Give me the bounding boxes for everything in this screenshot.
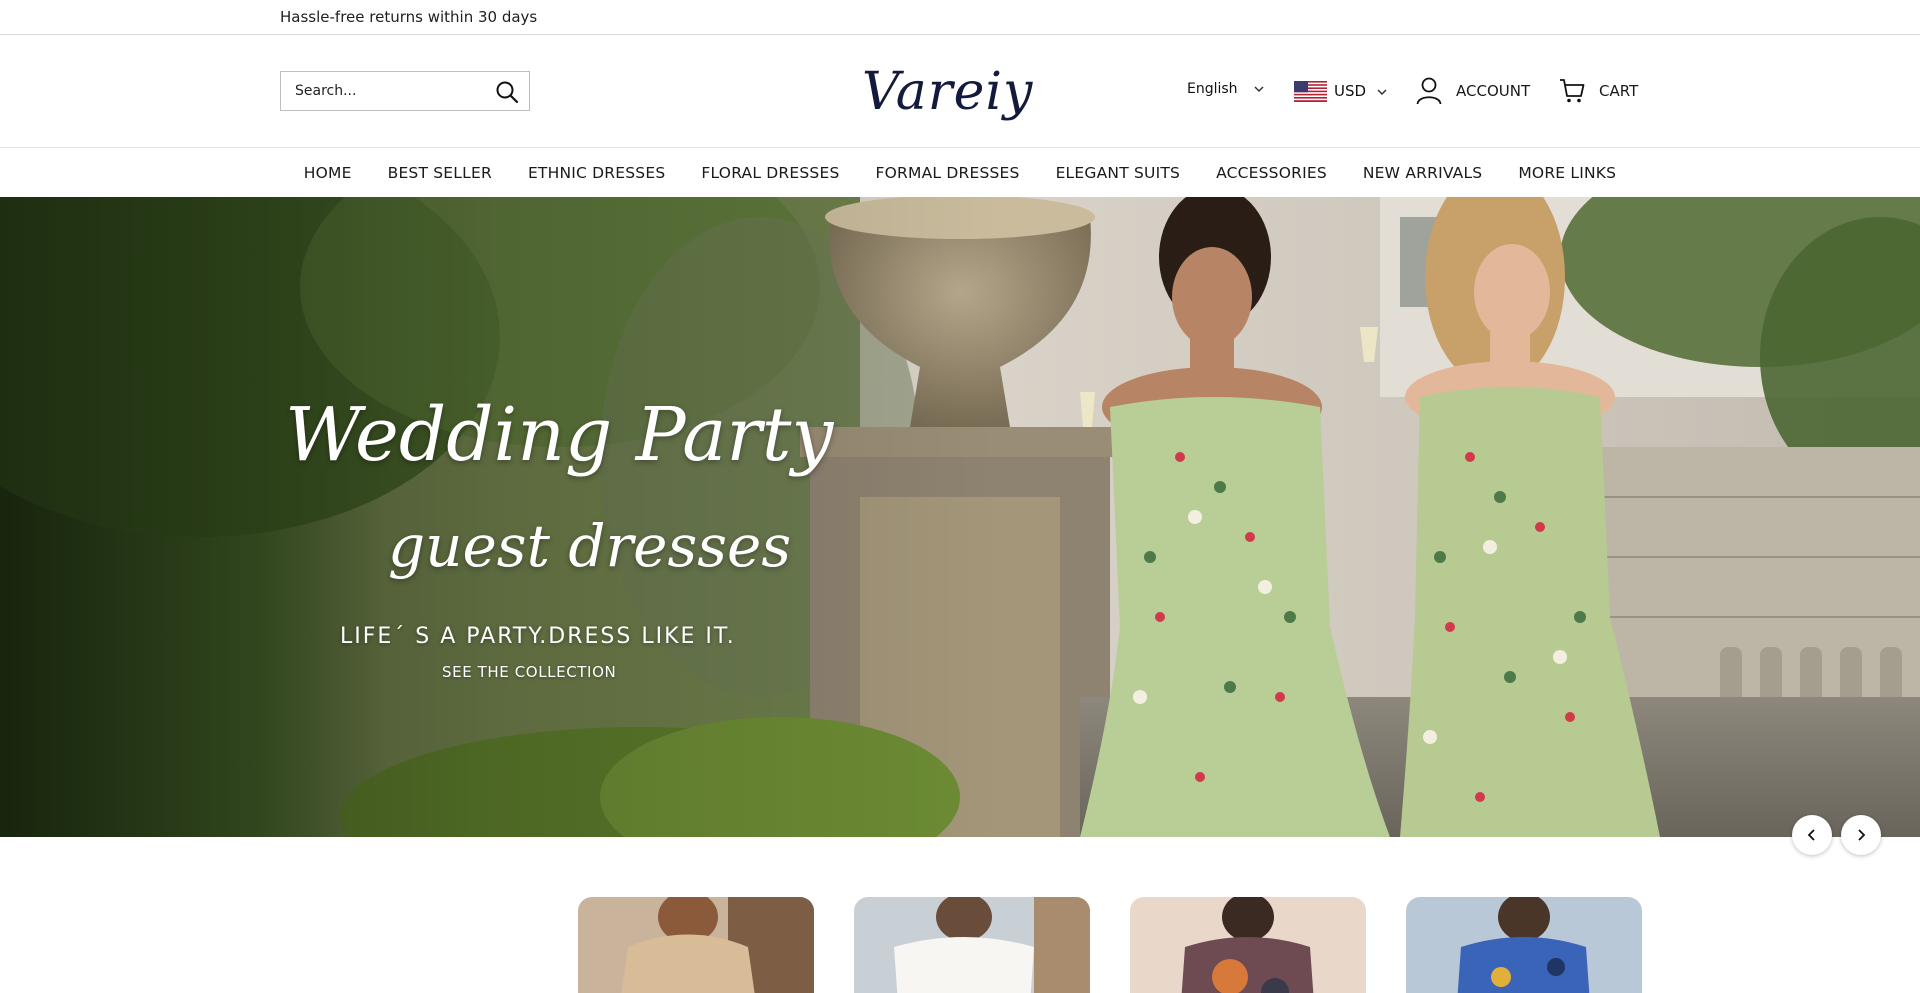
- cart-icon: [1560, 79, 1585, 103]
- hero-tagline: LIFE´ S A PARTY.DRESS LIKE IT.: [340, 624, 736, 649]
- site-header: Vareiy English USD ACCOUNT CART: [0, 35, 1920, 148]
- hero-text-block: Wedding Party guest dresses LIFE´ S A PA…: [0, 197, 1920, 837]
- search-icon[interactable]: [495, 80, 519, 104]
- nav-item-more-links[interactable]: MORE LINKS: [1500, 164, 1634, 182]
- chevron-right-icon: [1858, 829, 1866, 841]
- announcement-bar: Hassle-free returns within 30 days: [0, 0, 1920, 35]
- category-card[interactable]: [578, 897, 814, 993]
- category-card[interactable]: [854, 897, 1090, 993]
- site-logo[interactable]: Vareiy: [862, 55, 1032, 129]
- category-card[interactable]: [1406, 897, 1642, 993]
- nav-item-ethnic-dresses[interactable]: ETHNIC DRESSES: [510, 164, 683, 182]
- currency-selector[interactable]: USD: [1294, 79, 1387, 103]
- us-flag-icon: [1294, 80, 1327, 102]
- nav-item-new-arrivals[interactable]: NEW ARRIVALS: [1345, 164, 1500, 182]
- search-box: [280, 71, 530, 111]
- nav-item-elegant-suits[interactable]: ELEGANT SUITS: [1038, 164, 1199, 182]
- search-input[interactable]: [295, 81, 485, 101]
- main-nav: HOME BEST SELLER ETHNIC DRESSES FLORAL D…: [0, 148, 1920, 197]
- category-card-image: [1130, 897, 1366, 993]
- nav-item-floral-dresses[interactable]: FLORAL DRESSES: [683, 164, 857, 182]
- account-link[interactable]: ACCOUNT: [1416, 77, 1530, 105]
- category-cards: [0, 897, 1920, 993]
- see-collection-link[interactable]: SEE THE COLLECTION: [442, 663, 616, 681]
- category-card[interactable]: [1130, 897, 1366, 993]
- chevron-down-icon: [1377, 82, 1387, 100]
- hero-subtitle: guest dresses: [388, 512, 792, 580]
- nav-item-accessories[interactable]: ACCESSORIES: [1198, 164, 1345, 182]
- hero-title: Wedding Party: [285, 392, 834, 478]
- nav-item-best-seller[interactable]: BEST SELLER: [370, 164, 510, 182]
- nav-item-formal-dresses[interactable]: FORMAL DRESSES: [858, 164, 1038, 182]
- chevron-down-icon: [1254, 81, 1264, 97]
- cart-link[interactable]: CART: [1559, 77, 1638, 105]
- language-selector[interactable]: English: [1187, 81, 1264, 97]
- announcement-text: Hassle-free returns within 30 days: [280, 8, 538, 26]
- cart-label: CART: [1599, 82, 1639, 100]
- chevron-left-icon: [1807, 829, 1815, 841]
- user-icon: [1416, 77, 1442, 105]
- currency-label: USD: [1334, 82, 1367, 100]
- category-card-image: [1406, 897, 1642, 993]
- carousel-prev-button[interactable]: [1792, 815, 1832, 855]
- account-label: ACCOUNT: [1456, 82, 1531, 100]
- hero-banner[interactable]: Wedding Party guest dresses LIFE´ S A PA…: [0, 197, 1920, 837]
- category-card-image: [854, 897, 1090, 993]
- carousel-next-button[interactable]: [1841, 815, 1881, 855]
- category-card-image: [578, 897, 814, 993]
- nav-item-home[interactable]: HOME: [286, 164, 370, 182]
- language-label: English: [1187, 81, 1238, 97]
